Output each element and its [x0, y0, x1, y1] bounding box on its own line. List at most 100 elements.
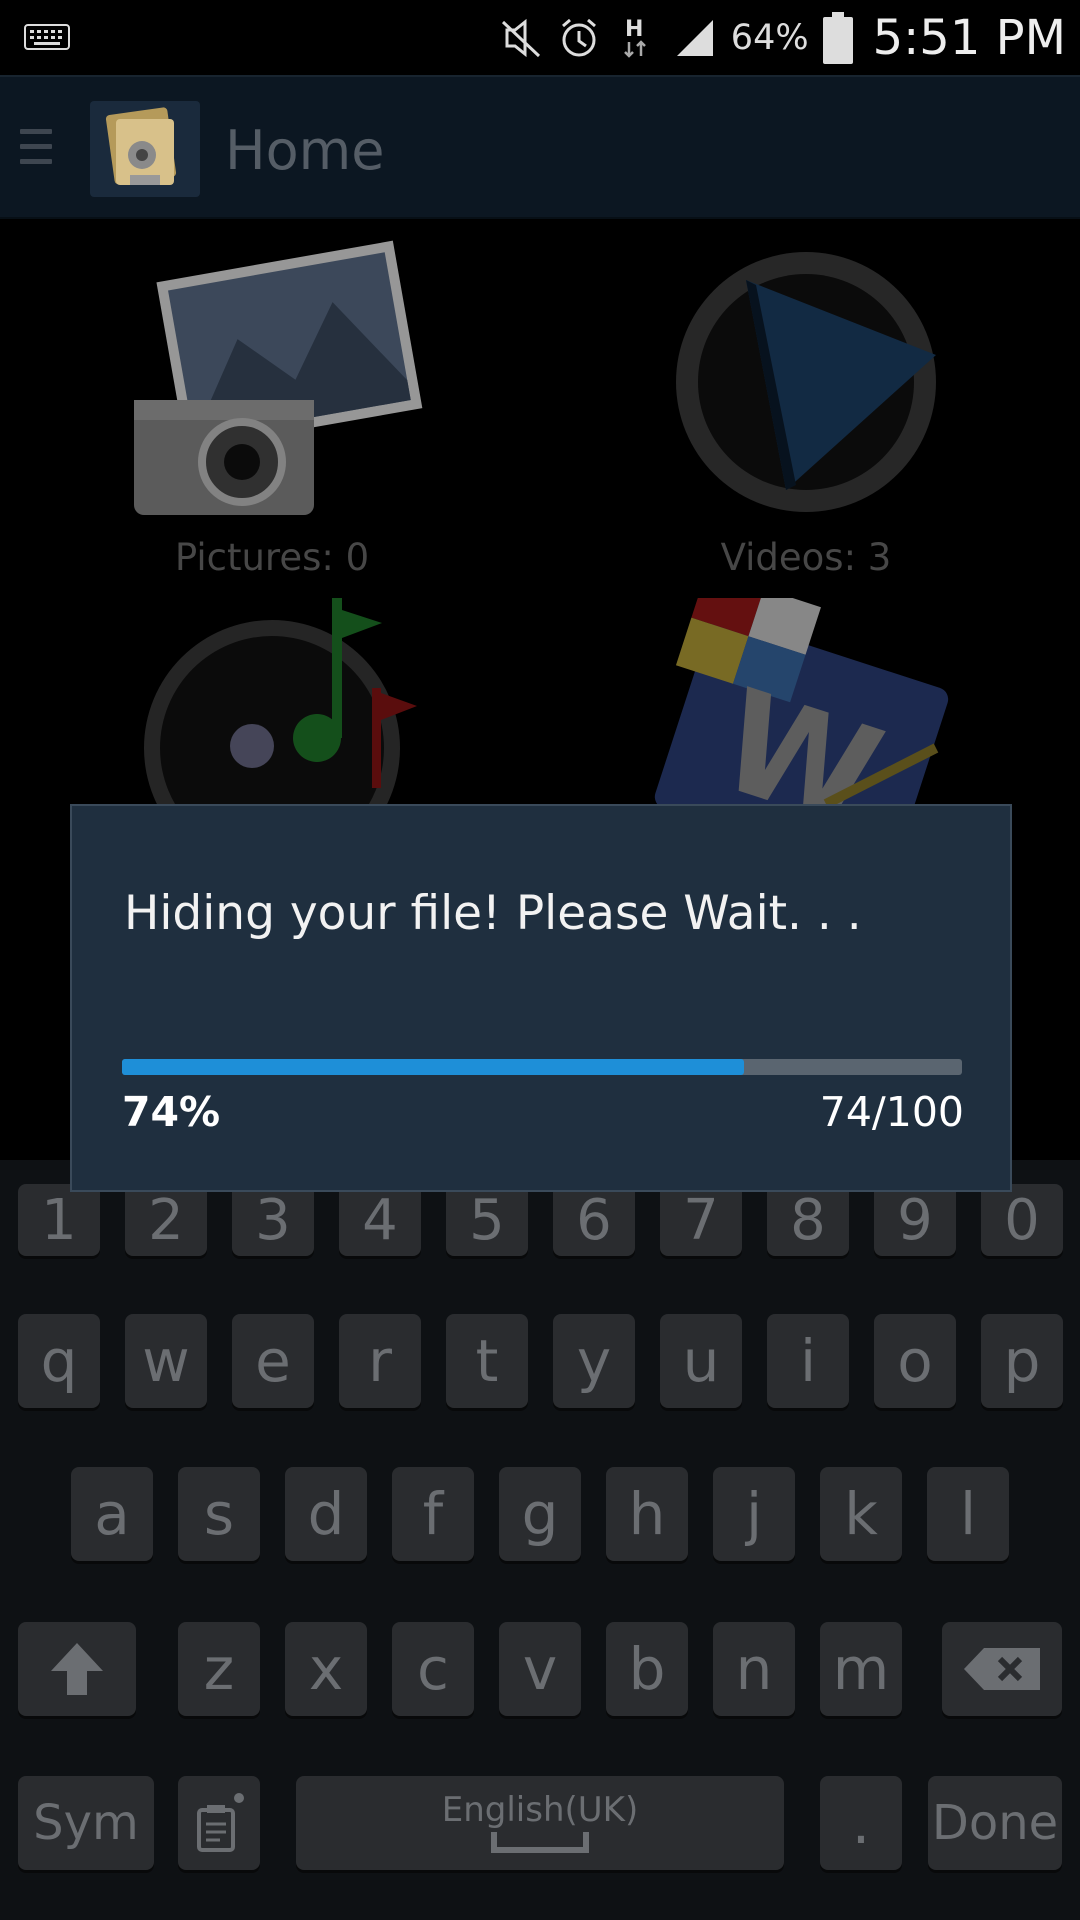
space-bar-icon [491, 1832, 589, 1853]
key-q[interactable]: q [18, 1314, 100, 1408]
key-3[interactable]: 3 [232, 1184, 314, 1256]
hamburger-icon[interactable] [20, 129, 52, 171]
key-h[interactable]: h [606, 1467, 688, 1561]
key-label: 9 [897, 1187, 933, 1253]
key-n[interactable]: n [713, 1622, 795, 1716]
key-s[interactable]: s [178, 1467, 260, 1561]
key-a[interactable]: a [71, 1467, 153, 1561]
key-u[interactable]: u [660, 1314, 742, 1408]
key-f[interactable]: f [392, 1467, 474, 1561]
key-label: l [959, 1480, 977, 1548]
key-label: e [255, 1327, 291, 1395]
key-label: m [832, 1635, 890, 1703]
key-j[interactable]: j [713, 1467, 795, 1561]
key-v[interactable]: v [499, 1622, 581, 1716]
key-o[interactable]: o [874, 1314, 956, 1408]
key-label: . [851, 1789, 871, 1857]
key-label: 7 [683, 1187, 719, 1253]
key-label: o [897, 1327, 933, 1395]
mute-icon [501, 18, 540, 57]
key-label: s [203, 1480, 235, 1548]
key-4[interactable]: 4 [339, 1184, 421, 1256]
shift-key[interactable] [18, 1622, 136, 1716]
key-label: d [307, 1480, 345, 1548]
action-bar: Home [0, 75, 1080, 219]
key-g[interactable]: g [499, 1467, 581, 1561]
key-label: Sym [33, 1795, 139, 1851]
key-0[interactable]: 0 [981, 1184, 1063, 1256]
network-h-icon: H [623, 17, 646, 58]
progress-count: 74/100 [819, 1088, 964, 1136]
key-i[interactable]: i [767, 1314, 849, 1408]
battery-icon [822, 11, 853, 64]
key-r[interactable]: r [339, 1314, 421, 1408]
key-label: r [368, 1327, 392, 1395]
key-k[interactable]: k [820, 1467, 902, 1561]
progress-dialog: Hiding your file! Please Wait. . . 74% 7… [70, 804, 1012, 1192]
key-label: j [745, 1480, 763, 1548]
folder-lock-icon[interactable] [90, 101, 200, 197]
space-key[interactable]: English(UK) [296, 1776, 784, 1870]
key-e[interactable]: e [232, 1314, 314, 1408]
shift-arrow-icon [51, 1643, 103, 1695]
status-bar: H 64% 5:51 PM [0, 0, 1080, 75]
backspace-icon [964, 1648, 1040, 1690]
key-p[interactable]: p [981, 1314, 1063, 1408]
network-type-text: H [625, 17, 643, 42]
key-8[interactable]: 8 [767, 1184, 849, 1256]
dialog-message: Hiding your file! Please Wait. . . [124, 886, 862, 941]
key-t[interactable]: t [446, 1314, 528, 1408]
backspace-key[interactable] [942, 1622, 1062, 1716]
clock: 5:51 PM [872, 9, 1066, 66]
key-b[interactable]: b [606, 1622, 688, 1716]
sym-key[interactable]: Sym [18, 1776, 154, 1870]
key-6[interactable]: 6 [553, 1184, 635, 1256]
key-z[interactable]: z [178, 1622, 260, 1716]
key-9[interactable]: 9 [874, 1184, 956, 1256]
key-label: 3 [255, 1187, 291, 1253]
key-w[interactable]: w [125, 1314, 207, 1408]
key-1[interactable]: 1 [18, 1184, 100, 1256]
key-label: 5 [469, 1187, 505, 1253]
key-label: 0 [1004, 1187, 1040, 1253]
progress-percent: 74% [122, 1088, 221, 1136]
key-label: f [422, 1480, 444, 1548]
key-label: p [1003, 1327, 1041, 1395]
clipboard-icon [197, 1793, 244, 1852]
done-key[interactable]: Done [928, 1776, 1062, 1870]
key-m[interactable]: m [820, 1622, 902, 1716]
clipboard-key[interactable] [178, 1776, 260, 1870]
key-l[interactable]: l [927, 1467, 1009, 1561]
period-key[interactable]: . [820, 1776, 902, 1870]
key-2[interactable]: 2 [125, 1184, 207, 1256]
key-y[interactable]: y [553, 1314, 635, 1408]
key-label: u [682, 1327, 720, 1395]
key-label: a [94, 1480, 130, 1548]
key-label: Done [931, 1795, 1059, 1851]
space-language-label: English(UK) [441, 1790, 639, 1830]
key-label: 4 [362, 1187, 398, 1253]
key-5[interactable]: 5 [446, 1184, 528, 1256]
key-label: y [576, 1327, 612, 1395]
key-label: 8 [790, 1187, 826, 1253]
key-label: n [735, 1635, 773, 1703]
page-title: Home [225, 119, 385, 182]
key-label: 1 [41, 1187, 77, 1253]
key-c[interactable]: c [392, 1622, 474, 1716]
signal-icon [676, 19, 713, 56]
keyboard-icon [24, 24, 70, 50]
key-d[interactable]: d [285, 1467, 367, 1561]
soft-keyboard: 1 2 3 4 5 6 7 8 9 0 q w e r t y u i o p a s d f g h j k l z x c v b n m Sym E… [0, 1160, 1080, 1920]
battery-percent: 64% [730, 17, 809, 58]
alarm-icon [561, 18, 596, 56]
key-label: c [417, 1635, 449, 1703]
key-label: v [522, 1635, 558, 1703]
key-label: 6 [576, 1187, 612, 1253]
key-label: k [844, 1480, 878, 1548]
key-x[interactable]: x [285, 1622, 367, 1716]
key-label: g [521, 1480, 559, 1548]
key-label: 2 [148, 1187, 184, 1253]
key-7[interactable]: 7 [660, 1184, 742, 1256]
key-label: h [628, 1480, 666, 1548]
key-label: w [142, 1327, 190, 1395]
